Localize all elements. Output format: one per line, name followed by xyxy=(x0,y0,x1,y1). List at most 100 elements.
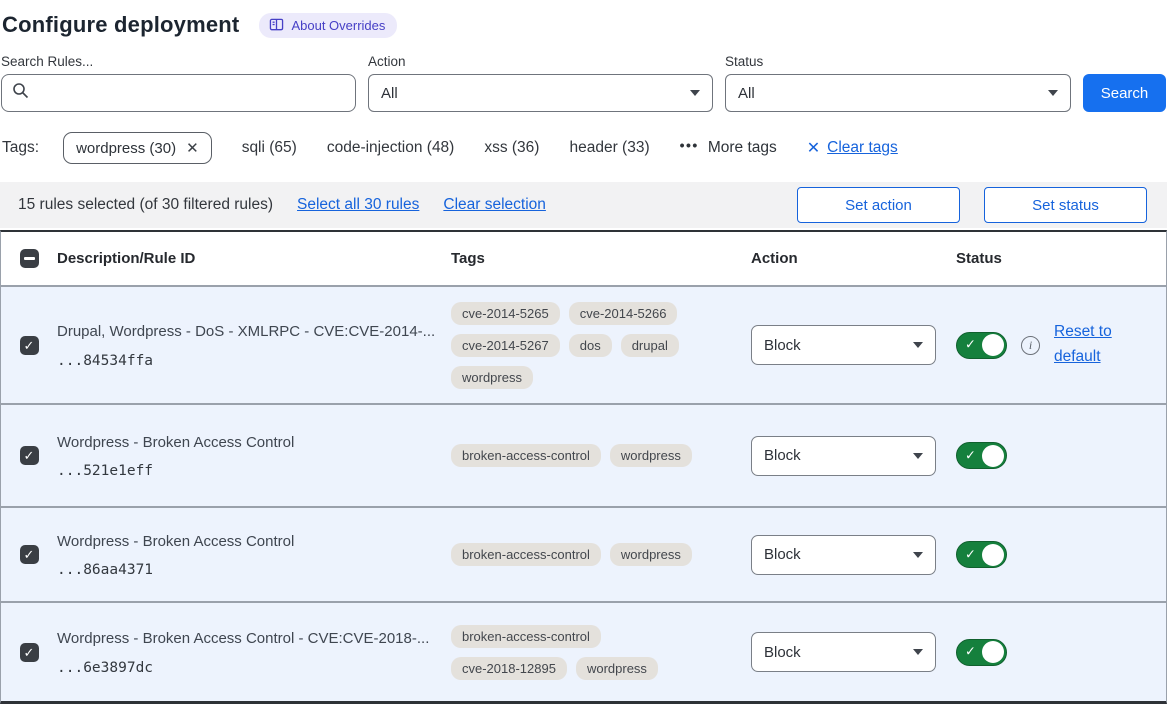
action-select[interactable]: Block xyxy=(751,436,936,476)
toggle-check-icon: ✓ xyxy=(965,546,976,562)
row-action-cell: Block xyxy=(751,325,956,365)
action-select[interactable]: Block xyxy=(751,632,936,672)
more-tags-label: More tags xyxy=(708,139,777,157)
action-filter-group: Action All xyxy=(368,54,713,112)
select-all-checkbox[interactable] xyxy=(20,249,39,268)
table-row: ✓ Wordpress - Broken Access Control ...8… xyxy=(1,506,1166,601)
action-filter-value: All xyxy=(381,85,398,102)
tag-pill: drupal xyxy=(621,334,679,357)
row-description-cell: Wordpress - Broken Access Control ...86a… xyxy=(57,531,451,579)
row-action-cell: Block xyxy=(751,535,956,575)
selected-tag-chip[interactable]: wordpress (30) ✕ xyxy=(63,132,212,164)
row-action-cell: Block xyxy=(751,632,956,672)
row-description: Wordpress - Broken Access Control xyxy=(57,531,451,554)
row-status-cell: ✓ xyxy=(956,541,1166,568)
action-select-value: Block xyxy=(764,337,801,354)
about-overrides-label: About Overrides xyxy=(291,18,385,33)
info-icon[interactable]: i xyxy=(1021,336,1040,355)
toggle-check-icon: ✓ xyxy=(965,447,976,463)
chevron-down-icon xyxy=(913,552,923,558)
action-filter-select[interactable]: All xyxy=(368,74,713,112)
row-status-cell: ✓ i Reset to default xyxy=(956,320,1166,370)
remove-tag-icon[interactable]: ✕ xyxy=(186,139,199,157)
status-filter-value: All xyxy=(738,85,755,102)
row-tags-cell: broken-access-controlwordpress xyxy=(451,533,751,576)
tag-suggestion-xss[interactable]: xss (36) xyxy=(484,139,539,157)
check-icon: ✓ xyxy=(24,449,35,462)
row-checkbox-cell: ✓ xyxy=(1,545,57,564)
tag-pill: cve-2014-5265 xyxy=(451,302,560,325)
set-status-button[interactable]: Set status xyxy=(984,187,1147,223)
tag-pill: wordpress xyxy=(610,444,692,467)
row-rule-id: ...86aa4371 xyxy=(57,562,451,578)
chevron-down-icon xyxy=(913,649,923,655)
row-rule-id: ...521e1eff xyxy=(57,463,451,479)
page-header: Configure deployment About Overrides xyxy=(0,10,1167,52)
tag-pill: wordpress xyxy=(576,657,658,680)
row-description: Drupal, Wordpress - DoS - XMLRPC - CVE:C… xyxy=(57,321,451,344)
row-status-cell: ✓ xyxy=(956,639,1166,666)
clear-selection-link[interactable]: Clear selection xyxy=(443,196,546,214)
search-rules-label: Search Rules... xyxy=(1,54,356,69)
about-overrides-badge[interactable]: About Overrides xyxy=(259,13,397,38)
tag-suggestion-code-injection[interactable]: code-injection (48) xyxy=(327,139,455,157)
chevron-down-icon xyxy=(913,453,923,459)
chevron-down-icon xyxy=(913,342,923,348)
row-checkbox[interactable]: ✓ xyxy=(20,446,39,465)
row-action-cell: Block xyxy=(751,436,956,476)
status-filter-group: Status All xyxy=(725,54,1071,112)
selection-bar: 15 rules selected (of 30 filtered rules)… xyxy=(0,182,1167,228)
clear-tags-link[interactable]: ✕ Clear tags xyxy=(807,138,898,158)
row-checkbox-cell: ✓ xyxy=(1,446,57,465)
status-toggle[interactable]: ✓ xyxy=(956,639,1007,666)
row-checkbox-cell: ✓ xyxy=(1,336,57,355)
tag-suggestion-header[interactable]: header (33) xyxy=(569,139,649,157)
row-tags-cell: broken-access-control wordpress xyxy=(451,434,751,477)
status-filter-select[interactable]: All xyxy=(725,74,1071,112)
tags-bar: Tags: wordpress (30) ✕ sqli (65) code-in… xyxy=(0,112,1167,182)
toggle-knob xyxy=(982,445,1004,467)
header-tags: Tags xyxy=(451,250,751,267)
check-icon: ✓ xyxy=(24,339,35,352)
tag-pill: cve-2014-5267 xyxy=(451,334,560,357)
more-tags-button[interactable]: ••• More tags xyxy=(680,139,777,157)
status-toggle[interactable]: ✓ xyxy=(956,541,1007,568)
configure-deployment-page: Configure deployment About Overrides Sea… xyxy=(0,0,1167,704)
row-rule-id: ...84534ffa xyxy=(57,353,451,369)
toggle-check-icon: ✓ xyxy=(965,644,976,660)
tag-pill: wordpress xyxy=(610,543,692,566)
header-description: Description/Rule ID xyxy=(57,250,451,267)
set-action-button[interactable]: Set action xyxy=(797,187,960,223)
header-status: Status xyxy=(956,250,1166,267)
action-select[interactable]: Block xyxy=(751,325,936,365)
row-checkbox[interactable]: ✓ xyxy=(20,643,39,662)
toggle-knob xyxy=(982,334,1004,356)
search-button[interactable]: Search xyxy=(1083,74,1166,112)
page-title: Configure deployment xyxy=(2,12,239,38)
row-checkbox[interactable]: ✓ xyxy=(20,336,39,355)
action-select[interactable]: Block xyxy=(751,535,936,575)
status-toggle[interactable]: ✓ xyxy=(956,442,1007,469)
row-rule-id: ...6e3897dc xyxy=(57,660,451,676)
filter-bar: Search Rules... Action All Status All xyxy=(0,52,1167,112)
header-checkbox-cell xyxy=(1,249,57,268)
row-tags: cve-2014-5265cve-2014-5266cve-2014-5267d… xyxy=(451,292,723,399)
table-row: ✓ Drupal, Wordpress - DoS - XMLRPC - CVE… xyxy=(1,285,1166,403)
chevron-down-icon xyxy=(1048,90,1058,96)
check-icon: ✓ xyxy=(24,548,35,561)
toggle-knob xyxy=(982,641,1004,663)
select-all-link[interactable]: Select all 30 rules xyxy=(297,196,419,214)
tags-label: Tags: xyxy=(2,139,39,157)
row-checkbox[interactable]: ✓ xyxy=(20,545,39,564)
tag-suggestion-sqli[interactable]: sqli (65) xyxy=(242,139,297,157)
search-rules-input[interactable] xyxy=(37,85,345,101)
row-status-cell: ✓ xyxy=(956,442,1166,469)
action-select-value: Block xyxy=(764,644,801,661)
status-toggle[interactable]: ✓ xyxy=(956,332,1007,359)
search-rules-box[interactable] xyxy=(1,74,356,112)
check-icon: ✓ xyxy=(24,646,35,659)
tag-pill: broken-access-control xyxy=(451,444,601,467)
row-description-cell: Drupal, Wordpress - DoS - XMLRPC - CVE:C… xyxy=(57,321,451,369)
reset-to-default-link[interactable]: Reset to default xyxy=(1054,320,1120,370)
header-action: Action xyxy=(751,250,956,267)
